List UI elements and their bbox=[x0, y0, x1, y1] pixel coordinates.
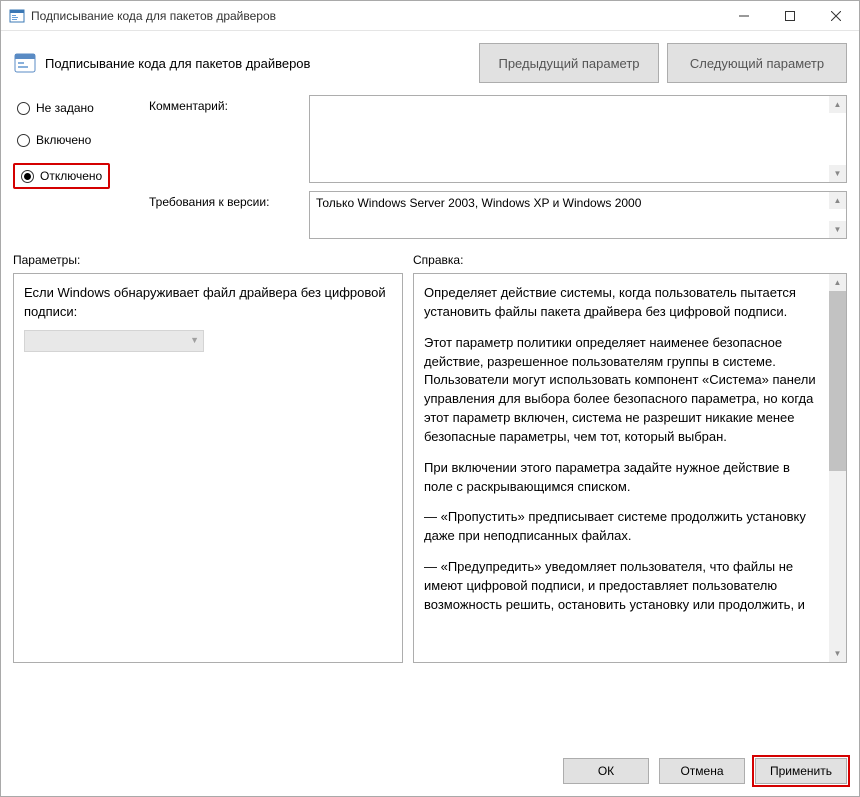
help-paragraph: — «Пропустить» предписывает системе прод… bbox=[424, 508, 820, 546]
comment-row: Комментарий: ▲ ▼ bbox=[149, 95, 847, 183]
cancel-button[interactable]: Отмена bbox=[659, 758, 745, 784]
dialog-window: Подписывание кода для пакетов драйверов … bbox=[0, 0, 860, 797]
policy-icon bbox=[13, 51, 37, 75]
version-value: Только Windows Server 2003, Windows XP и… bbox=[316, 196, 641, 210]
radio-disabled[interactable]: Отключено bbox=[13, 163, 110, 189]
version-scroll: ▲ ▼ bbox=[829, 192, 846, 238]
help-paragraph: — «Предупредить» уведомляет пользователя… bbox=[424, 558, 820, 615]
settings-top: Не задано Включено Отключено Комментарий… bbox=[1, 95, 859, 247]
radio-icon bbox=[21, 170, 34, 183]
scroll-up-icon[interactable]: ▲ bbox=[829, 96, 846, 113]
header-row: Подписывание кода для пакетов драйверов … bbox=[1, 31, 859, 95]
maximize-button[interactable] bbox=[767, 1, 813, 30]
parameters-panel: Если Windows обнаруживает файл драйвера … bbox=[13, 273, 403, 663]
help-text: Определяет действие системы, когда польз… bbox=[424, 284, 820, 615]
panels: Если Windows обнаруживает файл драйвера … bbox=[1, 273, 859, 663]
scrollbar-track[interactable] bbox=[829, 471, 846, 645]
scroll-down-icon[interactable]: ▼ bbox=[829, 221, 846, 238]
parameters-dropdown[interactable]: ▼ bbox=[24, 330, 204, 352]
previous-setting-button[interactable]: Предыдущий параметр bbox=[479, 43, 659, 83]
help-scrollbar[interactable]: ▲ ▼ bbox=[829, 274, 846, 662]
window-controls bbox=[721, 1, 859, 30]
close-button[interactable] bbox=[813, 1, 859, 30]
help-paragraph: При включении этого параметра задайте ну… bbox=[424, 459, 820, 497]
header-title: Подписывание кода для пакетов драйверов bbox=[45, 56, 471, 71]
version-row: Требования к версии: Только Windows Serv… bbox=[149, 191, 847, 239]
fields-column: Комментарий: ▲ ▼ Требования к версии: То… bbox=[149, 95, 847, 239]
window-title: Подписывание кода для пакетов драйверов bbox=[31, 9, 721, 23]
parameters-text: Если Windows обнаруживает файл драйвера … bbox=[24, 284, 392, 322]
mid-labels: Параметры: Справка: bbox=[1, 247, 859, 273]
chevron-down-icon: ▼ bbox=[190, 334, 199, 347]
titlebar: Подписывание кода для пакетов драйверов bbox=[1, 1, 859, 31]
comment-label: Комментарий: bbox=[149, 95, 299, 113]
help-paragraph: Определяет действие системы, когда польз… bbox=[424, 284, 820, 322]
scroll-down-icon[interactable]: ▼ bbox=[829, 165, 846, 182]
radio-group: Не задано Включено Отключено bbox=[13, 95, 133, 239]
help-panel: Определяет действие системы, когда польз… bbox=[413, 273, 847, 663]
parameters-label: Параметры: bbox=[13, 253, 413, 267]
radio-enabled[interactable]: Включено bbox=[13, 131, 133, 149]
minimize-button[interactable] bbox=[721, 1, 767, 30]
footer: ОК Отмена Применить bbox=[1, 744, 859, 796]
scrollbar-thumb[interactable] bbox=[829, 291, 846, 471]
app-icon bbox=[9, 8, 25, 24]
version-box: Только Windows Server 2003, Windows XP и… bbox=[309, 191, 847, 239]
scroll-up-icon[interactable]: ▲ bbox=[829, 192, 846, 209]
radio-label: Отключено bbox=[40, 169, 102, 183]
radio-icon bbox=[17, 102, 30, 115]
radio-label: Включено bbox=[36, 133, 91, 147]
scroll-down-icon[interactable]: ▼ bbox=[829, 645, 846, 662]
comment-textarea[interactable]: ▲ ▼ bbox=[309, 95, 847, 183]
version-label: Требования к версии: bbox=[149, 191, 299, 209]
apply-button[interactable]: Применить bbox=[755, 758, 847, 784]
radio-icon bbox=[17, 134, 30, 147]
comment-scroll: ▲ ▼ bbox=[829, 96, 846, 182]
next-setting-button[interactable]: Следующий параметр bbox=[667, 43, 847, 83]
help-label: Справка: bbox=[413, 253, 463, 267]
scroll-up-icon[interactable]: ▲ bbox=[829, 274, 846, 291]
help-paragraph: Этот параметр политики определяет наимен… bbox=[424, 334, 820, 447]
radio-not-configured[interactable]: Не задано bbox=[13, 99, 133, 117]
ok-button[interactable]: ОК bbox=[563, 758, 649, 784]
radio-label: Не задано bbox=[36, 101, 94, 115]
